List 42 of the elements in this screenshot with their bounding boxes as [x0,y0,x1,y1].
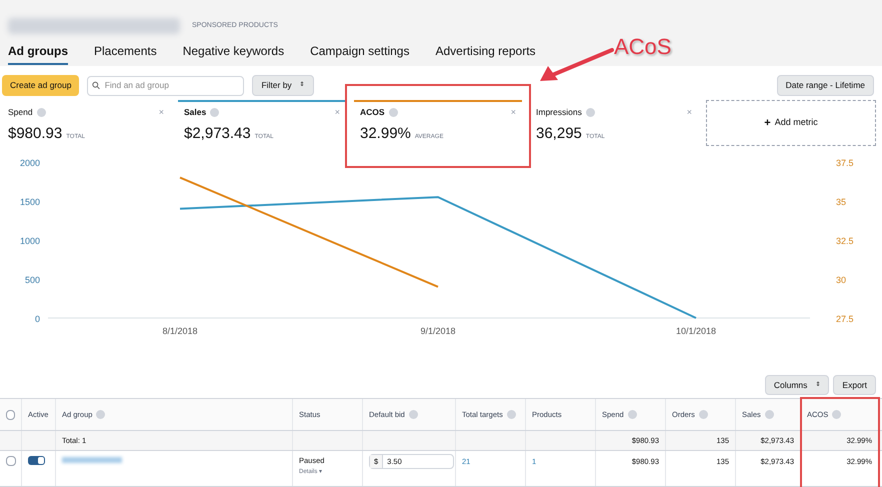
info-icon [210,108,220,118]
create-ad-group-button[interactable]: Create ad group [2,75,80,96]
tab[interactable]: Negative keywords [182,42,284,65]
annotation-label: ACoS [614,33,672,61]
metric-value: 32.99% [360,124,411,144]
arrow-icon [538,48,614,84]
info-icon [388,108,398,118]
tab[interactable]: Ad groups [8,42,68,65]
tab[interactable]: Placements [94,42,157,65]
search-field[interactable]: Find an ad group [87,76,244,96]
axis-label: 27.5 [836,314,854,324]
metric-value: 36,295 [536,124,582,144]
axis-label: 0 [34,314,40,324]
axis-label: 35 [836,197,846,207]
axis-label: 30 [836,275,846,285]
search-input[interactable]: Find an ad group [104,79,240,92]
axis-label: 500 [24,275,40,285]
metric-label: Spend [8,106,33,120]
metric-label: Impressions [536,106,582,120]
axis-label: 1000 [20,236,40,246]
metric-label: Sales [184,106,206,120]
axis-label: 32.5 [836,236,854,246]
info-icon [586,108,595,118]
tab[interactable]: Campaign settings [310,42,410,65]
checkbox[interactable] [6,456,16,466]
info-icon [36,108,46,118]
toggle-switch[interactable] [28,456,45,465]
axis-label: 10/1/2018 [676,326,716,336]
axis-label: 37.5 [836,158,854,168]
metric-value: $2,973.43 [184,124,251,144]
axis-label: 2000 [20,158,40,168]
checkbox[interactable] [6,410,15,420]
search-icon [92,81,101,90]
tab[interactable]: Advertising reports [435,42,536,65]
axis-label: 1500 [20,197,40,207]
date-range-button[interactable]: Date range - Lifetime [776,75,874,96]
metric-label: ACOS [360,106,385,120]
export-button[interactable]: Export [833,375,876,395]
axis-label: 8/1/2018 [162,326,198,336]
metric-value: $980.93 [8,124,62,144]
add-metric-button[interactable]: + Add metric [706,100,876,146]
axis-label: 9/1/2018 [420,326,456,336]
